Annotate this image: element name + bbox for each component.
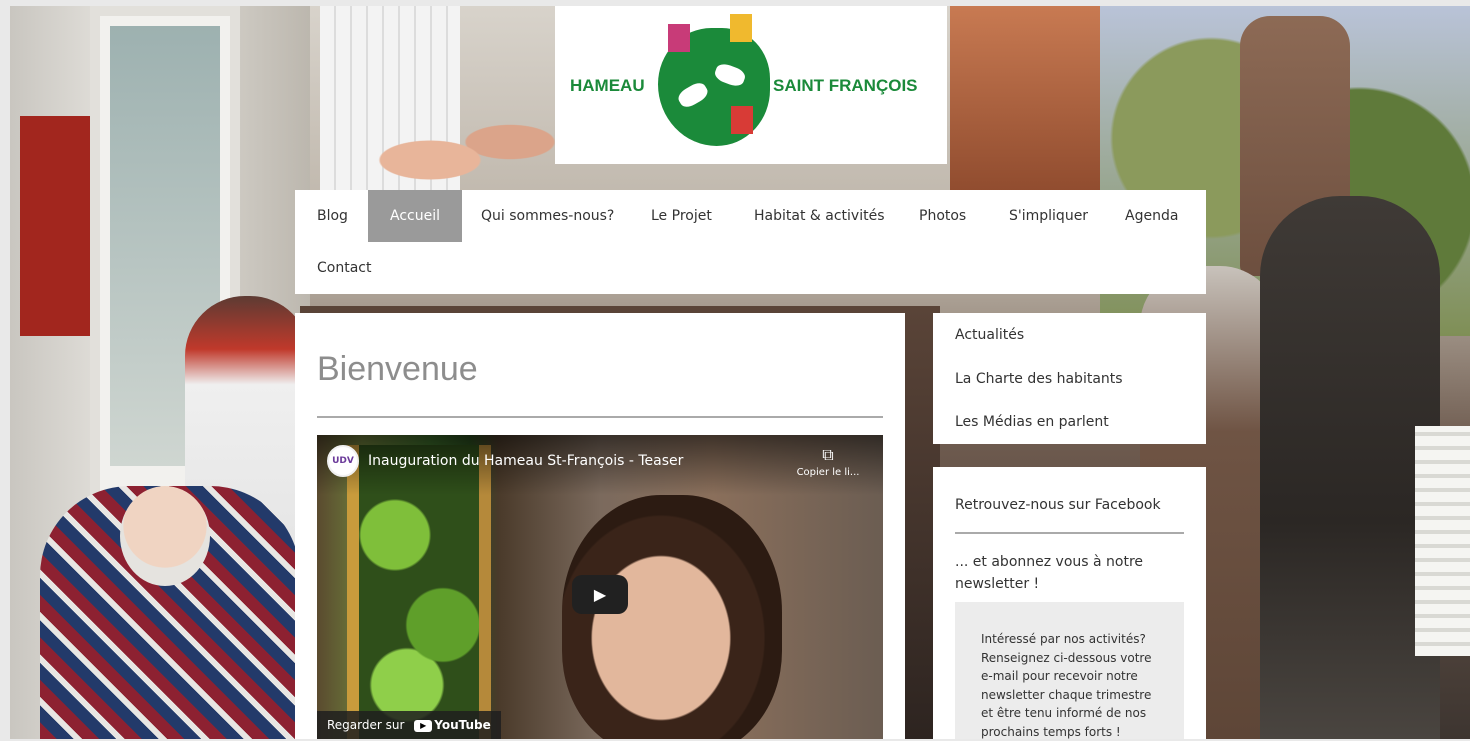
watch-on-label: Regarder sur	[327, 718, 405, 732]
play-icon: ▶	[593, 585, 607, 604]
photo-person	[1260, 196, 1440, 739]
sidebar-widgets: Retrouvez-nous sur Facebook ... et abonn…	[933, 467, 1206, 739]
sidebar-menu: Actualités La Charte des habitants Les M…	[933, 313, 1206, 444]
logo-house-icon	[668, 24, 690, 52]
nav-item-contact[interactable]: Contact	[295, 242, 393, 294]
photo-red-cabinet	[20, 116, 90, 336]
newsletter-box: Intéressé par nos activités? Renseignez …	[955, 602, 1184, 739]
main-navigation: Blog Accueil Qui sommes-nous? Le Projet …	[295, 190, 1206, 294]
video-title-link[interactable]: Inauguration du Hameau St-François - Tea…	[368, 453, 683, 469]
title-divider	[317, 416, 883, 418]
sidebar-item-charte[interactable]: La Charte des habitants	[955, 371, 1123, 387]
youtube-video-embed[interactable]: UDV Inauguration du Hameau St-François -…	[317, 435, 883, 739]
watch-on-youtube-button[interactable]: Regarder sur ▶ YouTube	[317, 711, 501, 739]
nav-item-s-impliquer[interactable]: S'impliquer	[987, 190, 1110, 242]
main-content: Bienvenue UDV Inauguration du Hameau St-…	[295, 313, 905, 739]
photo-raised-hands	[370, 106, 570, 196]
site-logo[interactable]: HAMEAU SAINT FRANÇOIS	[555, 6, 947, 164]
logo-house-icon	[731, 106, 753, 134]
nav-item-habitat-activites[interactable]: Habitat & activités	[732, 190, 906, 242]
nav-item-qui-sommes-nous[interactable]: Qui sommes-nous?	[459, 190, 636, 242]
nav-item-blog[interactable]: Blog	[295, 190, 370, 242]
play-button[interactable]: ▶	[572, 575, 628, 614]
copy-icon: ⧉	[822, 445, 834, 464]
newsletter-heading: ... et abonnez vous à notre newsletter !	[955, 554, 1144, 592]
copy-link-label: Copier le li...	[796, 467, 860, 478]
sidebar-item-actualites[interactable]: Actualités	[955, 327, 1024, 343]
photo-chairs	[1415, 426, 1470, 656]
sidebar-item-medias[interactable]: Les Médias en parlent	[955, 414, 1109, 430]
logo-text-right: SAINT FRANÇOIS	[773, 76, 918, 95]
nav-item-le-projet[interactable]: Le Projet	[629, 190, 734, 242]
youtube-logo: ▶ YouTube	[414, 711, 491, 739]
youtube-play-icon: ▶	[414, 719, 433, 732]
video-poster-face	[562, 495, 782, 739]
facebook-link[interactable]: Retrouvez-nous sur Facebook	[955, 497, 1161, 513]
logo-house-icon	[730, 14, 752, 42]
nav-item-accueil[interactable]: Accueil	[368, 190, 462, 242]
photo-building	[950, 6, 1110, 196]
photo-person-head	[120, 486, 210, 586]
nav-item-photos[interactable]: Photos	[897, 190, 988, 242]
nav-item-agenda[interactable]: Agenda	[1103, 190, 1200, 242]
widget-divider	[955, 532, 1184, 534]
copy-link-button[interactable]: ⧉ Copier le li...	[793, 445, 863, 478]
newsletter-description: Intéressé par nos activités? Renseignez …	[981, 632, 1152, 739]
page-title: Bienvenue	[317, 350, 478, 388]
channel-avatar-icon[interactable]: UDV	[327, 445, 359, 477]
logo-text-left: HAMEAU	[570, 76, 645, 95]
